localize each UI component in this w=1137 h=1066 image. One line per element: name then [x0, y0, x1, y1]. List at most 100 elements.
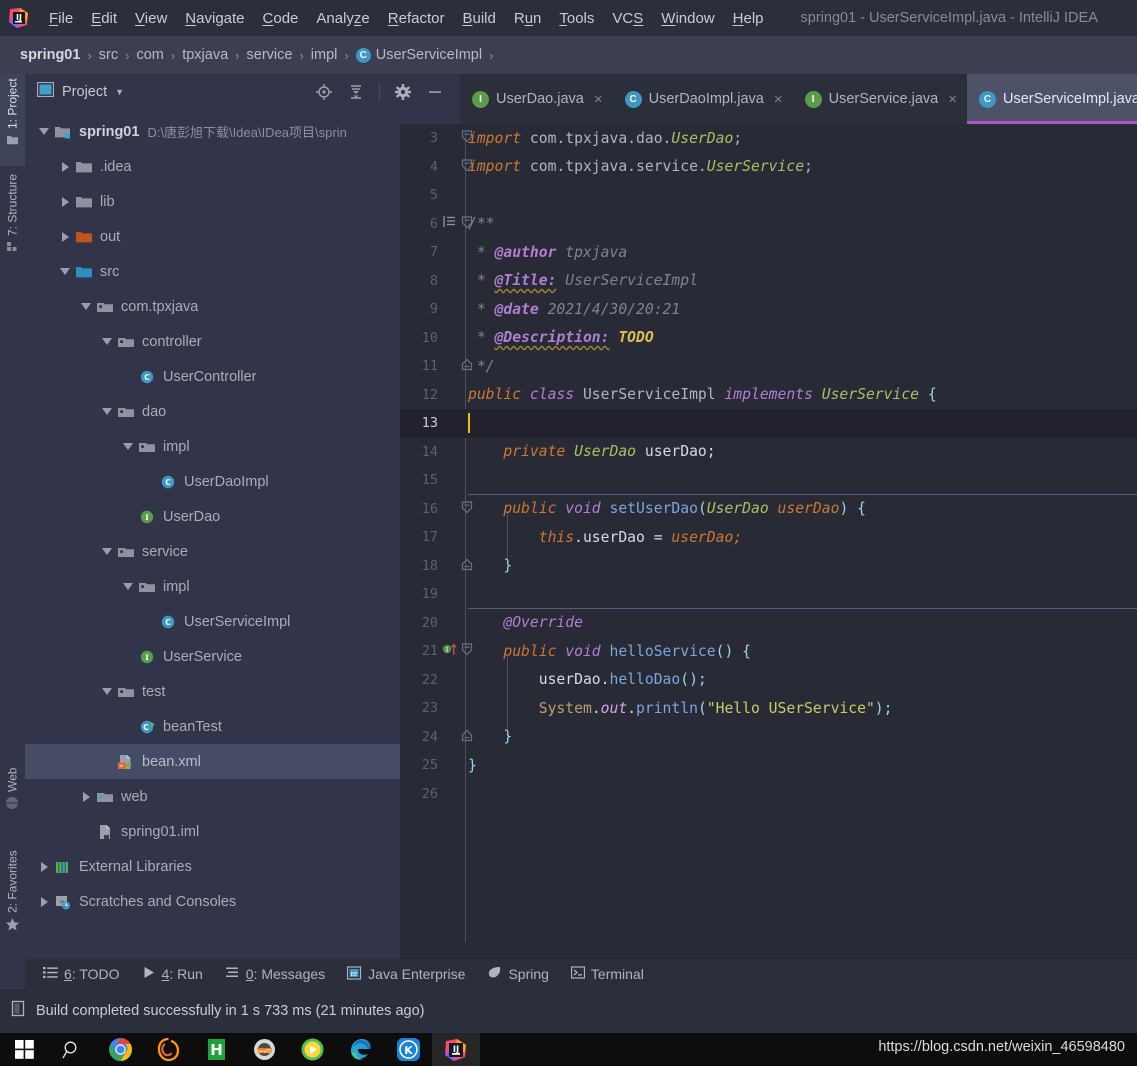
breadcrumb-item-com[interactable]: com: [136, 47, 163, 63]
code-line-17[interactable]: 17 this.userDao = userDao;: [400, 523, 1137, 552]
breadcrumb-item-src[interactable]: src: [99, 47, 118, 63]
close-icon[interactable]: ×: [948, 91, 957, 108]
expand-arrow-down-icon[interactable]: [35, 128, 53, 135]
locate-icon[interactable]: [315, 83, 333, 101]
tree-item-com-tpxjava[interactable]: com.tpxjava: [25, 289, 460, 324]
menu-item-file[interactable]: File: [40, 8, 82, 29]
editor-tab-userservice-java[interactable]: I UserService.java ×: [793, 74, 967, 124]
code-line-25[interactable]: 25}: [400, 751, 1137, 780]
tool-window-button-6-todo[interactable]: 6: TODO: [43, 966, 120, 982]
edge-icon[interactable]: [336, 1033, 384, 1066]
menu-item-help[interactable]: Help: [724, 8, 773, 29]
menu-item-view[interactable]: View: [126, 8, 176, 29]
code-line-11[interactable]: 11 */: [400, 352, 1137, 381]
tool-window-button-spring[interactable]: Spring: [487, 966, 549, 982]
tree-item-test[interactable]: test: [25, 674, 460, 709]
code-line-6[interactable]: 6 /**: [400, 210, 1137, 239]
tree-item-out[interactable]: out: [25, 219, 460, 254]
tree-item--idea[interactable]: .idea: [25, 149, 460, 184]
tree-item-beantest[interactable]: CbeanTest: [25, 709, 460, 744]
expand-arrow-right-icon[interactable]: [35, 896, 53, 907]
tree-item-impl[interactable]: impl: [25, 569, 460, 604]
tree-item-spring01[interactable]: spring01 D:\唐彭旭下载\Idea\IDea项目\sprin: [25, 114, 460, 149]
tree-item-usercontroller[interactable]: C UserController: [25, 359, 460, 394]
code-line-3[interactable]: 3 import com.tpxjava.dao.UserDao;: [400, 124, 1137, 153]
tool-window-button-java-enterprise[interactable]: EE Java Enterprise: [347, 965, 465, 983]
hide-window-icon[interactable]: [426, 83, 444, 101]
javaee-icon[interactable]: JavaEE: [240, 1033, 288, 1066]
breadcrumb-item-userserviceimpl[interactable]: UserServiceImpl: [376, 47, 482, 63]
implements-method-icon[interactable]: I: [442, 642, 458, 660]
breadcrumb-item-impl[interactable]: impl: [311, 47, 338, 63]
expand-arrow-down-icon[interactable]: [119, 583, 137, 590]
code-line-9[interactable]: 9 * @date 2021/4/30/20:21: [400, 295, 1137, 324]
menu-item-edit[interactable]: Edit: [82, 8, 126, 29]
breadcrumb-item-tpxjava[interactable]: tpxjava: [182, 47, 228, 63]
menu-item-code[interactable]: Code: [254, 8, 308, 29]
expand-arrow-down-icon[interactable]: [98, 408, 116, 415]
expand-arrow-down-icon[interactable]: [98, 338, 116, 345]
menu-item-tools[interactable]: Tools: [550, 8, 603, 29]
code-line-26[interactable]: 26: [400, 780, 1137, 809]
hbuilder-icon[interactable]: H: [192, 1033, 240, 1066]
tool-window-button-4-run[interactable]: 4: Run: [142, 966, 203, 982]
tool-window-button-terminal[interactable]: Terminal: [570, 966, 644, 982]
editor-tab-userdao-java[interactable]: I UserDao.java ×: [460, 74, 613, 124]
breadcrumb[interactable]: spring01 › src › com › tpxjava › service › impl › C U…: [0, 36, 1137, 74]
windows-start-icon[interactable]: [0, 1033, 48, 1066]
editor-tab-strip[interactable]: I UserDao.java × C UserDaoImpl.java × I UserSer…: [460, 74, 1137, 124]
javadoc-gutter-icon[interactable]: [442, 215, 458, 232]
code-editor[interactable]: 3 import com.tpxjava.dao.UserDao; 4 import …: [400, 124, 1137, 959]
code-line-19[interactable]: 19: [400, 580, 1137, 609]
tree-item-bean-xml[interactable]: < bean.xml: [25, 744, 460, 779]
tool-window-button-0-messages[interactable]: 0: Messages: [225, 966, 325, 982]
sidebar-item-structure[interactable]: 7: Structure: [0, 170, 25, 280]
tree-item-scratches-and-consoles[interactable]: >_ Scratches and Consoles: [25, 884, 460, 919]
menu-item-window[interactable]: Window: [652, 8, 723, 29]
tree-item-service[interactable]: service: [25, 534, 460, 569]
expand-arrow-right-icon[interactable]: [56, 231, 74, 242]
firefox-dev-icon[interactable]: [144, 1033, 192, 1066]
expand-arrow-down-icon[interactable]: [98, 688, 116, 695]
tree-item-impl[interactable]: impl: [25, 429, 460, 464]
code-line-23[interactable]: 23 System.out.println("Hello USerService…: [400, 694, 1137, 723]
close-icon[interactable]: ×: [774, 91, 783, 108]
breadcrumb-item-spring01[interactable]: spring01: [20, 47, 80, 63]
expand-arrow-right-icon[interactable]: [56, 161, 74, 172]
menu-item-vcs[interactable]: VCS: [603, 8, 652, 29]
code-line-14[interactable]: 14 private UserDao userDao;: [400, 438, 1137, 467]
chrome-icon[interactable]: [96, 1033, 144, 1066]
menu-item-navigate[interactable]: Navigate: [176, 8, 253, 29]
code-line-20[interactable]: 20 @Override: [400, 609, 1137, 638]
code-line-13[interactable]: 13: [400, 409, 1137, 438]
tree-item-web[interactable]: web: [25, 779, 460, 814]
media-player-icon[interactable]: [288, 1033, 336, 1066]
tree-item-controller[interactable]: controller: [25, 324, 460, 359]
code-line-4[interactable]: 4 import com.tpxjava.service.UserService;: [400, 153, 1137, 182]
expand-arrow-right-icon[interactable]: [56, 196, 74, 207]
close-icon[interactable]: ×: [594, 91, 603, 108]
tree-item-userdao[interactable]: I UserDao: [25, 499, 460, 534]
code-line-16[interactable]: 16 public void setUserDao(UserDao userDa…: [400, 495, 1137, 524]
expand-arrow-down-icon[interactable]: [77, 303, 95, 310]
expand-arrow-right-icon[interactable]: [35, 861, 53, 872]
bottom-tool-window-bar[interactable]: 6: TODO 4: Run 0: Messages EE Java Enterpris…: [25, 959, 1137, 989]
code-line-7[interactable]: 7 * @author tpxjava: [400, 238, 1137, 267]
search-icon[interactable]: [48, 1033, 96, 1066]
expand-arrow-down-icon[interactable]: [98, 548, 116, 555]
chevron-down-icon[interactable]: ▼: [115, 87, 124, 97]
code-line-22[interactable]: 22 userDao.helloDao();: [400, 666, 1137, 695]
tree-item-spring01-iml[interactable]: spring01.iml: [25, 814, 460, 849]
kugou-icon[interactable]: K: [384, 1033, 432, 1066]
expand-arrow-down-icon[interactable]: [119, 443, 137, 450]
menu-item-build[interactable]: Build: [453, 8, 504, 29]
intellij-idea-taskbar-icon[interactable]: IJ: [432, 1033, 480, 1066]
gear-icon[interactable]: [394, 83, 412, 101]
tree-item-userdaoimpl[interactable]: C UserDaoImpl: [25, 464, 460, 499]
menu-item-analyze[interactable]: Analyze: [307, 8, 378, 29]
tree-item-dao[interactable]: dao: [25, 394, 460, 429]
tree-item-lib[interactable]: lib: [25, 184, 460, 219]
tree-item-src[interactable]: src: [25, 254, 460, 289]
code-line-10[interactable]: 10 * @Description: TODO: [400, 324, 1137, 353]
tree-item-external-libraries[interactable]: External Libraries: [25, 849, 460, 884]
